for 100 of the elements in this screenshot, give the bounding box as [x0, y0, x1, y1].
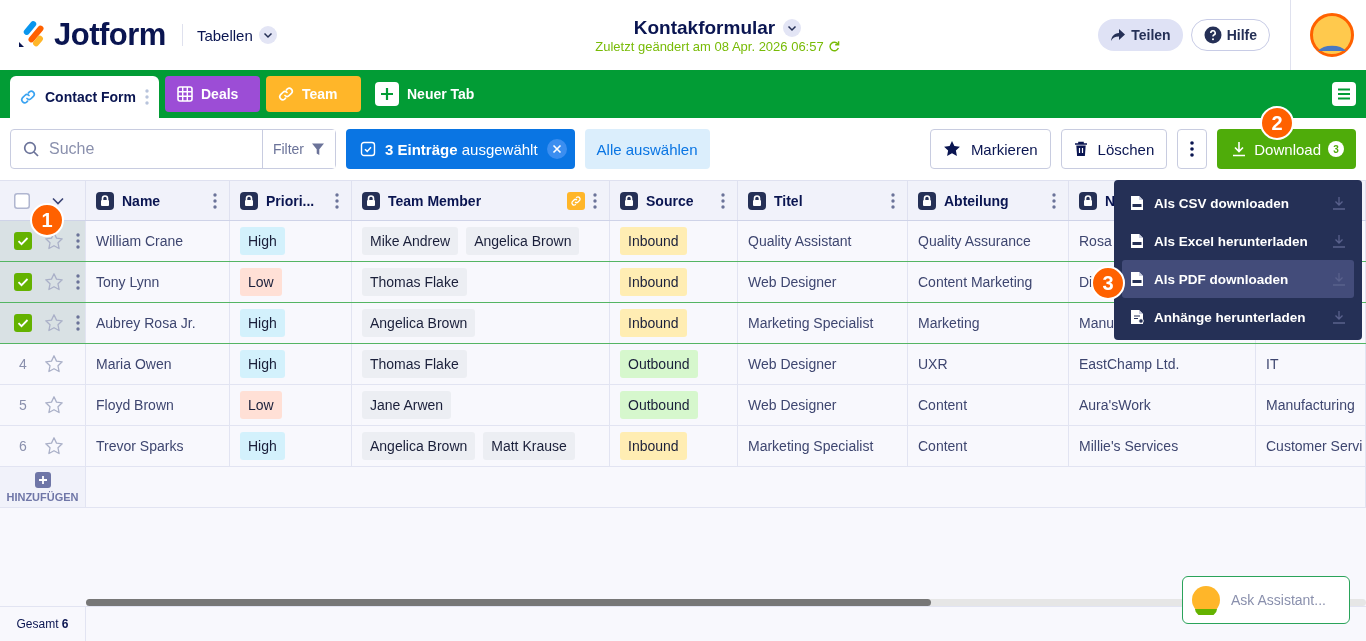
new-tab-button[interactable]: Neuer Tab [369, 76, 481, 112]
star-icon[interactable] [44, 436, 64, 456]
close-icon[interactable] [546, 139, 567, 159]
more-icon[interactable] [76, 315, 80, 331]
checkbox-icon[interactable] [14, 232, 32, 250]
trash-icon [1073, 141, 1088, 157]
funnel-icon [311, 142, 325, 156]
column-header[interactable]: Titel [738, 181, 908, 220]
more-icon[interactable] [721, 192, 725, 209]
tab[interactable]: Deals [165, 76, 260, 112]
plus-icon [34, 471, 51, 488]
source-tag: Outbound [620, 391, 698, 419]
selection-count: 3 Einträge ausgewählt [385, 140, 538, 158]
more-icon[interactable] [76, 274, 80, 290]
star-icon[interactable] [44, 354, 64, 374]
chevron-down-icon [258, 26, 277, 44]
more-icon [1190, 141, 1195, 157]
more-icon[interactable] [213, 192, 217, 209]
member-tag: Thomas Flake [362, 350, 467, 378]
form-title: Kontakformular [633, 16, 776, 39]
delete-button[interactable]: Löschen [1060, 129, 1168, 169]
priority-tag: Low [240, 268, 282, 296]
row-number: 4 [18, 356, 28, 372]
more-button[interactable] [1177, 129, 1208, 169]
menu-item[interactable]: Als CSV downloaden [1122, 184, 1354, 222]
attachment-file-icon [1130, 309, 1144, 325]
more-icon[interactable] [76, 233, 80, 249]
priority-tag: High [240, 350, 285, 378]
avatar[interactable] [1310, 13, 1354, 57]
menu-item[interactable]: Als PDF downloaden [1122, 260, 1354, 298]
checkbox-icon[interactable] [14, 314, 32, 332]
column-header[interactable]: Name [86, 181, 230, 220]
column-header[interactable]: Source [610, 181, 738, 220]
filter-button[interactable]: Filter [261, 130, 335, 168]
column-header[interactable]: Priori... [230, 181, 352, 220]
download-icon [1231, 141, 1248, 157]
chevron-down-icon[interactable] [783, 18, 802, 37]
download-icon [1332, 310, 1346, 324]
more-icon[interactable] [1052, 192, 1056, 209]
more-icon[interactable] [891, 192, 895, 209]
member-tag: Matt Krause [483, 432, 575, 460]
menu-icon[interactable] [1332, 82, 1356, 106]
member-tag: Jane Arwen [362, 391, 452, 419]
search-icon [23, 141, 39, 157]
source-tag: Inbound [620, 309, 687, 337]
member-tag: Thomas Flake [362, 268, 467, 296]
column-header[interactable]: Team Member [352, 181, 610, 220]
lock-icon [362, 191, 380, 210]
assistant-avatar [1191, 585, 1221, 615]
checkbox-icon[interactable] [14, 273, 32, 291]
link-icon [20, 89, 36, 105]
plus-icon [375, 82, 399, 106]
total-count: Gesamt 6 [0, 607, 86, 641]
row-number: 5 [18, 397, 28, 413]
priority-tag: Low [240, 391, 282, 419]
share-button[interactable]: Teilen [1098, 19, 1183, 51]
refresh-icon [827, 40, 840, 52]
checkbox-icon[interactable] [14, 192, 30, 209]
more-icon[interactable] [335, 192, 339, 209]
pdf-file-icon [1130, 271, 1144, 287]
download-icon [1332, 234, 1346, 248]
select-all-button[interactable]: Alle auswählen [584, 129, 710, 169]
source-tag: Inbound [620, 268, 687, 296]
search-field[interactable]: Suche Filter [10, 129, 336, 169]
download-icon [1332, 196, 1346, 210]
member-tag: Angelica Brown [362, 432, 476, 460]
more-icon[interactable] [593, 192, 597, 209]
last-modified-text: Zuletzt geändert am 08 Apr. 2026 06:57 [595, 38, 824, 54]
tab[interactable]: Contact Form [10, 76, 159, 118]
member-tag: Mike Andrew [362, 227, 459, 255]
column-header[interactable]: Abteilung [908, 181, 1069, 220]
lock-icon [748, 191, 766, 210]
chevron-down-icon[interactable] [52, 196, 64, 205]
star-icon[interactable] [44, 395, 64, 415]
lock-icon [96, 191, 114, 210]
csv-file-icon [1130, 195, 1144, 211]
tables-menu[interactable]: Tabellen [196, 26, 277, 44]
drag-handle-icon[interactable] [145, 89, 149, 105]
count-badge: 3 [1328, 141, 1344, 157]
priority-tag: High [240, 227, 285, 255]
lock-icon [1079, 191, 1097, 210]
logo-text: Jotform [54, 17, 166, 53]
star-icon[interactable] [44, 272, 64, 292]
priority-tag: High [240, 432, 285, 460]
mark-button[interactable]: Markieren [929, 129, 1051, 169]
member-tag: Angelica Brown [362, 309, 476, 337]
lock-icon [240, 191, 258, 210]
lock-icon [918, 191, 936, 210]
add-row-button[interactable]: HINZUFÜGEN [0, 467, 86, 507]
spreadsheet-file-icon [1130, 233, 1144, 249]
source-tag: Inbound [620, 432, 687, 460]
row-number: 6 [18, 438, 28, 454]
star-icon[interactable] [44, 313, 64, 333]
link-icon [278, 86, 294, 102]
selection-chip[interactable]: 3 Einträge ausgewählt [346, 129, 575, 169]
grid-icon [177, 86, 193, 102]
scrollbar[interactable] [86, 599, 931, 606]
lock-icon [620, 191, 638, 210]
help-button[interactable]: Hilfe [1190, 19, 1270, 51]
member-tag: Angelica Brown [466, 227, 580, 255]
